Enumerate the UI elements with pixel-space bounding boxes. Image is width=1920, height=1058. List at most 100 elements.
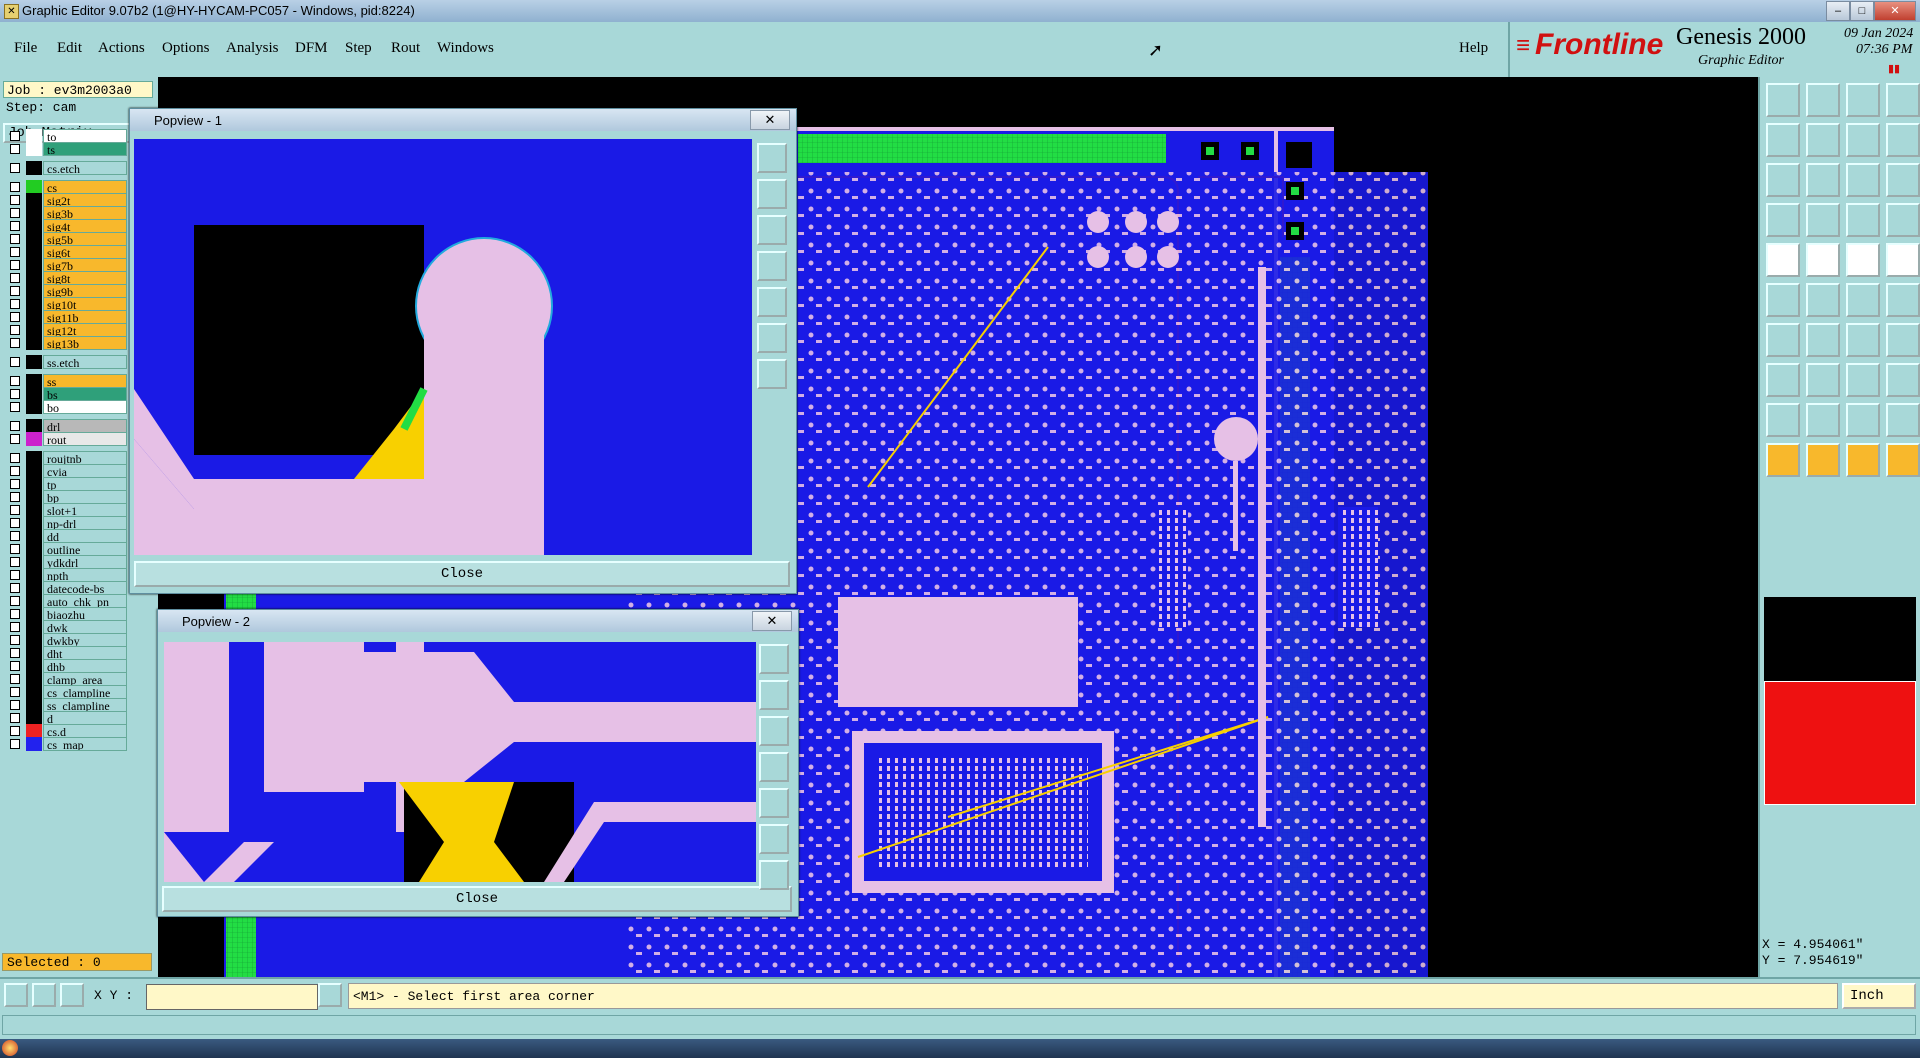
layer-name[interactable]: sig6t [43,245,127,259]
tool-button-3-icon[interactable] [1846,83,1880,117]
layer-color-swatch[interactable] [26,581,42,595]
layer-checkbox[interactable] [10,700,20,710]
menu-options[interactable]: Options [162,40,210,57]
layer-color-swatch[interactable] [26,503,42,517]
tool-button-34-icon[interactable] [1806,403,1840,437]
tool-button-19-icon[interactable] [1846,243,1880,277]
layer-row[interactable]: cs_clampline [4,685,127,699]
minimize-button[interactable]: – [1826,1,1850,21]
layer-row[interactable]: datecode-bs [4,581,127,595]
layer-name[interactable]: sig10t [43,297,127,311]
tool-button-32-icon[interactable] [1886,363,1920,397]
layer-checkbox[interactable] [10,518,20,528]
layer-row[interactable]: cvia [4,464,127,478]
layer-row[interactable]: cs_map [4,737,127,751]
layer-row[interactable]: ss [4,374,127,388]
tool-button-29-icon[interactable] [1766,363,1800,397]
layer-row[interactable]: sig11b [4,310,127,324]
tool-button-12-icon[interactable] [1886,163,1920,197]
layer-name[interactable]: npth [43,568,127,582]
layer-row[interactable]: slot+1 [4,503,127,517]
layer-color-swatch[interactable] [26,516,42,530]
layer-color-swatch[interactable] [26,685,42,699]
layer-checkbox[interactable] [10,466,20,476]
layer-color-swatch[interactable] [26,193,42,207]
layer-checkbox[interactable] [10,389,20,399]
layer-name[interactable]: bo [43,400,127,414]
layer-checkbox[interactable] [10,338,20,348]
layer-row[interactable]: auto_chk_pn [4,594,127,608]
layer-checkbox[interactable] [10,544,20,554]
tool-button-8-icon[interactable] [1886,123,1920,157]
layer-checkbox[interactable] [10,596,20,606]
layer-color-swatch[interactable] [26,258,42,272]
menu-rout[interactable]: Rout [391,40,420,57]
layer-color-swatch[interactable] [26,451,42,465]
tool-button-16-icon[interactable] [1886,203,1920,237]
layer-checkbox[interactable] [10,570,20,580]
layer-name[interactable]: cs_map [43,737,127,751]
layer-row[interactable]: sig12t [4,323,127,337]
layer-checkbox[interactable] [10,557,20,567]
layer-row[interactable]: npth [4,568,127,582]
layer-color-swatch[interactable] [26,477,42,491]
layer-name[interactable]: dwkby [43,633,127,647]
tool-button-6-icon[interactable] [1806,123,1840,157]
layer-color-swatch[interactable] [26,284,42,298]
layer-checkbox[interactable] [10,687,20,697]
layer-checkbox[interactable] [10,421,20,431]
layer-color-swatch[interactable] [26,245,42,259]
popview-2-x-button[interactable]: ✕ [752,611,792,631]
layer-row[interactable]: bo [4,400,127,414]
layer-name[interactable]: sig13b [43,336,127,350]
layer-checkbox[interactable] [10,648,20,658]
layer-color-swatch[interactable] [26,568,42,582]
layer-color-swatch[interactable] [26,336,42,350]
menu-file[interactable]: File [14,40,37,57]
tool-button-5-icon[interactable] [1766,123,1800,157]
layer-row[interactable]: dwkby [4,633,127,647]
layer-checkbox[interactable] [10,674,20,684]
layer-checkbox[interactable] [10,234,20,244]
layer-name[interactable]: clamp_area [43,672,127,686]
tool-button-23-icon[interactable] [1846,283,1880,317]
layer-name[interactable]: ydkdrl [43,555,127,569]
popview-2-tool-6[interactable] [759,824,789,854]
tool-button-15-icon[interactable] [1846,203,1880,237]
layer-name[interactable]: rout [43,432,127,446]
layer-checkbox[interactable] [10,583,20,593]
layer-name[interactable]: cs_clampline [43,685,127,699]
layer-name[interactable]: outline [43,542,127,556]
tool-button-9-icon[interactable] [1766,163,1800,197]
layer-name[interactable]: cs [43,180,127,194]
tool-button-20-icon[interactable] [1886,243,1920,277]
tool-button-2-icon[interactable] [1806,83,1840,117]
layer-checkbox[interactable] [10,505,20,515]
layer-name[interactable]: dht [43,646,127,660]
layer-checkbox[interactable] [10,622,20,632]
layer-color-swatch[interactable] [26,374,42,388]
tool-button-37-icon[interactable] [1766,443,1800,477]
popview-1-tool-5[interactable] [757,287,787,317]
popview-1-tool-1[interactable] [757,143,787,173]
layer-color-swatch[interactable] [26,219,42,233]
layer-checkbox[interactable] [10,453,20,463]
layer-name[interactable]: auto_chk_pn [43,594,127,608]
layer-color-swatch[interactable] [26,698,42,712]
layer-row[interactable]: sig6t [4,245,127,259]
layer-row[interactable]: sig2t [4,193,127,207]
tool-button-24-icon[interactable] [1886,283,1920,317]
layer-name[interactable]: sig8t [43,271,127,285]
layer-checkbox[interactable] [10,131,20,141]
close-button[interactable]: ✕ [1874,1,1916,21]
tool-button-13-icon[interactable] [1766,203,1800,237]
layer-color-swatch[interactable] [26,555,42,569]
layer-name[interactable]: sig12t [43,323,127,337]
layer-row[interactable]: sig9b [4,284,127,298]
popview-2-titlebar[interactable]: Popview - 2 [158,610,798,632]
popview-2-tool-7[interactable] [759,860,789,890]
layer-row[interactable]: ydkdrl [4,555,127,569]
layer-row[interactable]: sig8t [4,271,127,285]
tool-button-26-icon[interactable] [1806,323,1840,357]
layer-name[interactable]: sig7b [43,258,127,272]
